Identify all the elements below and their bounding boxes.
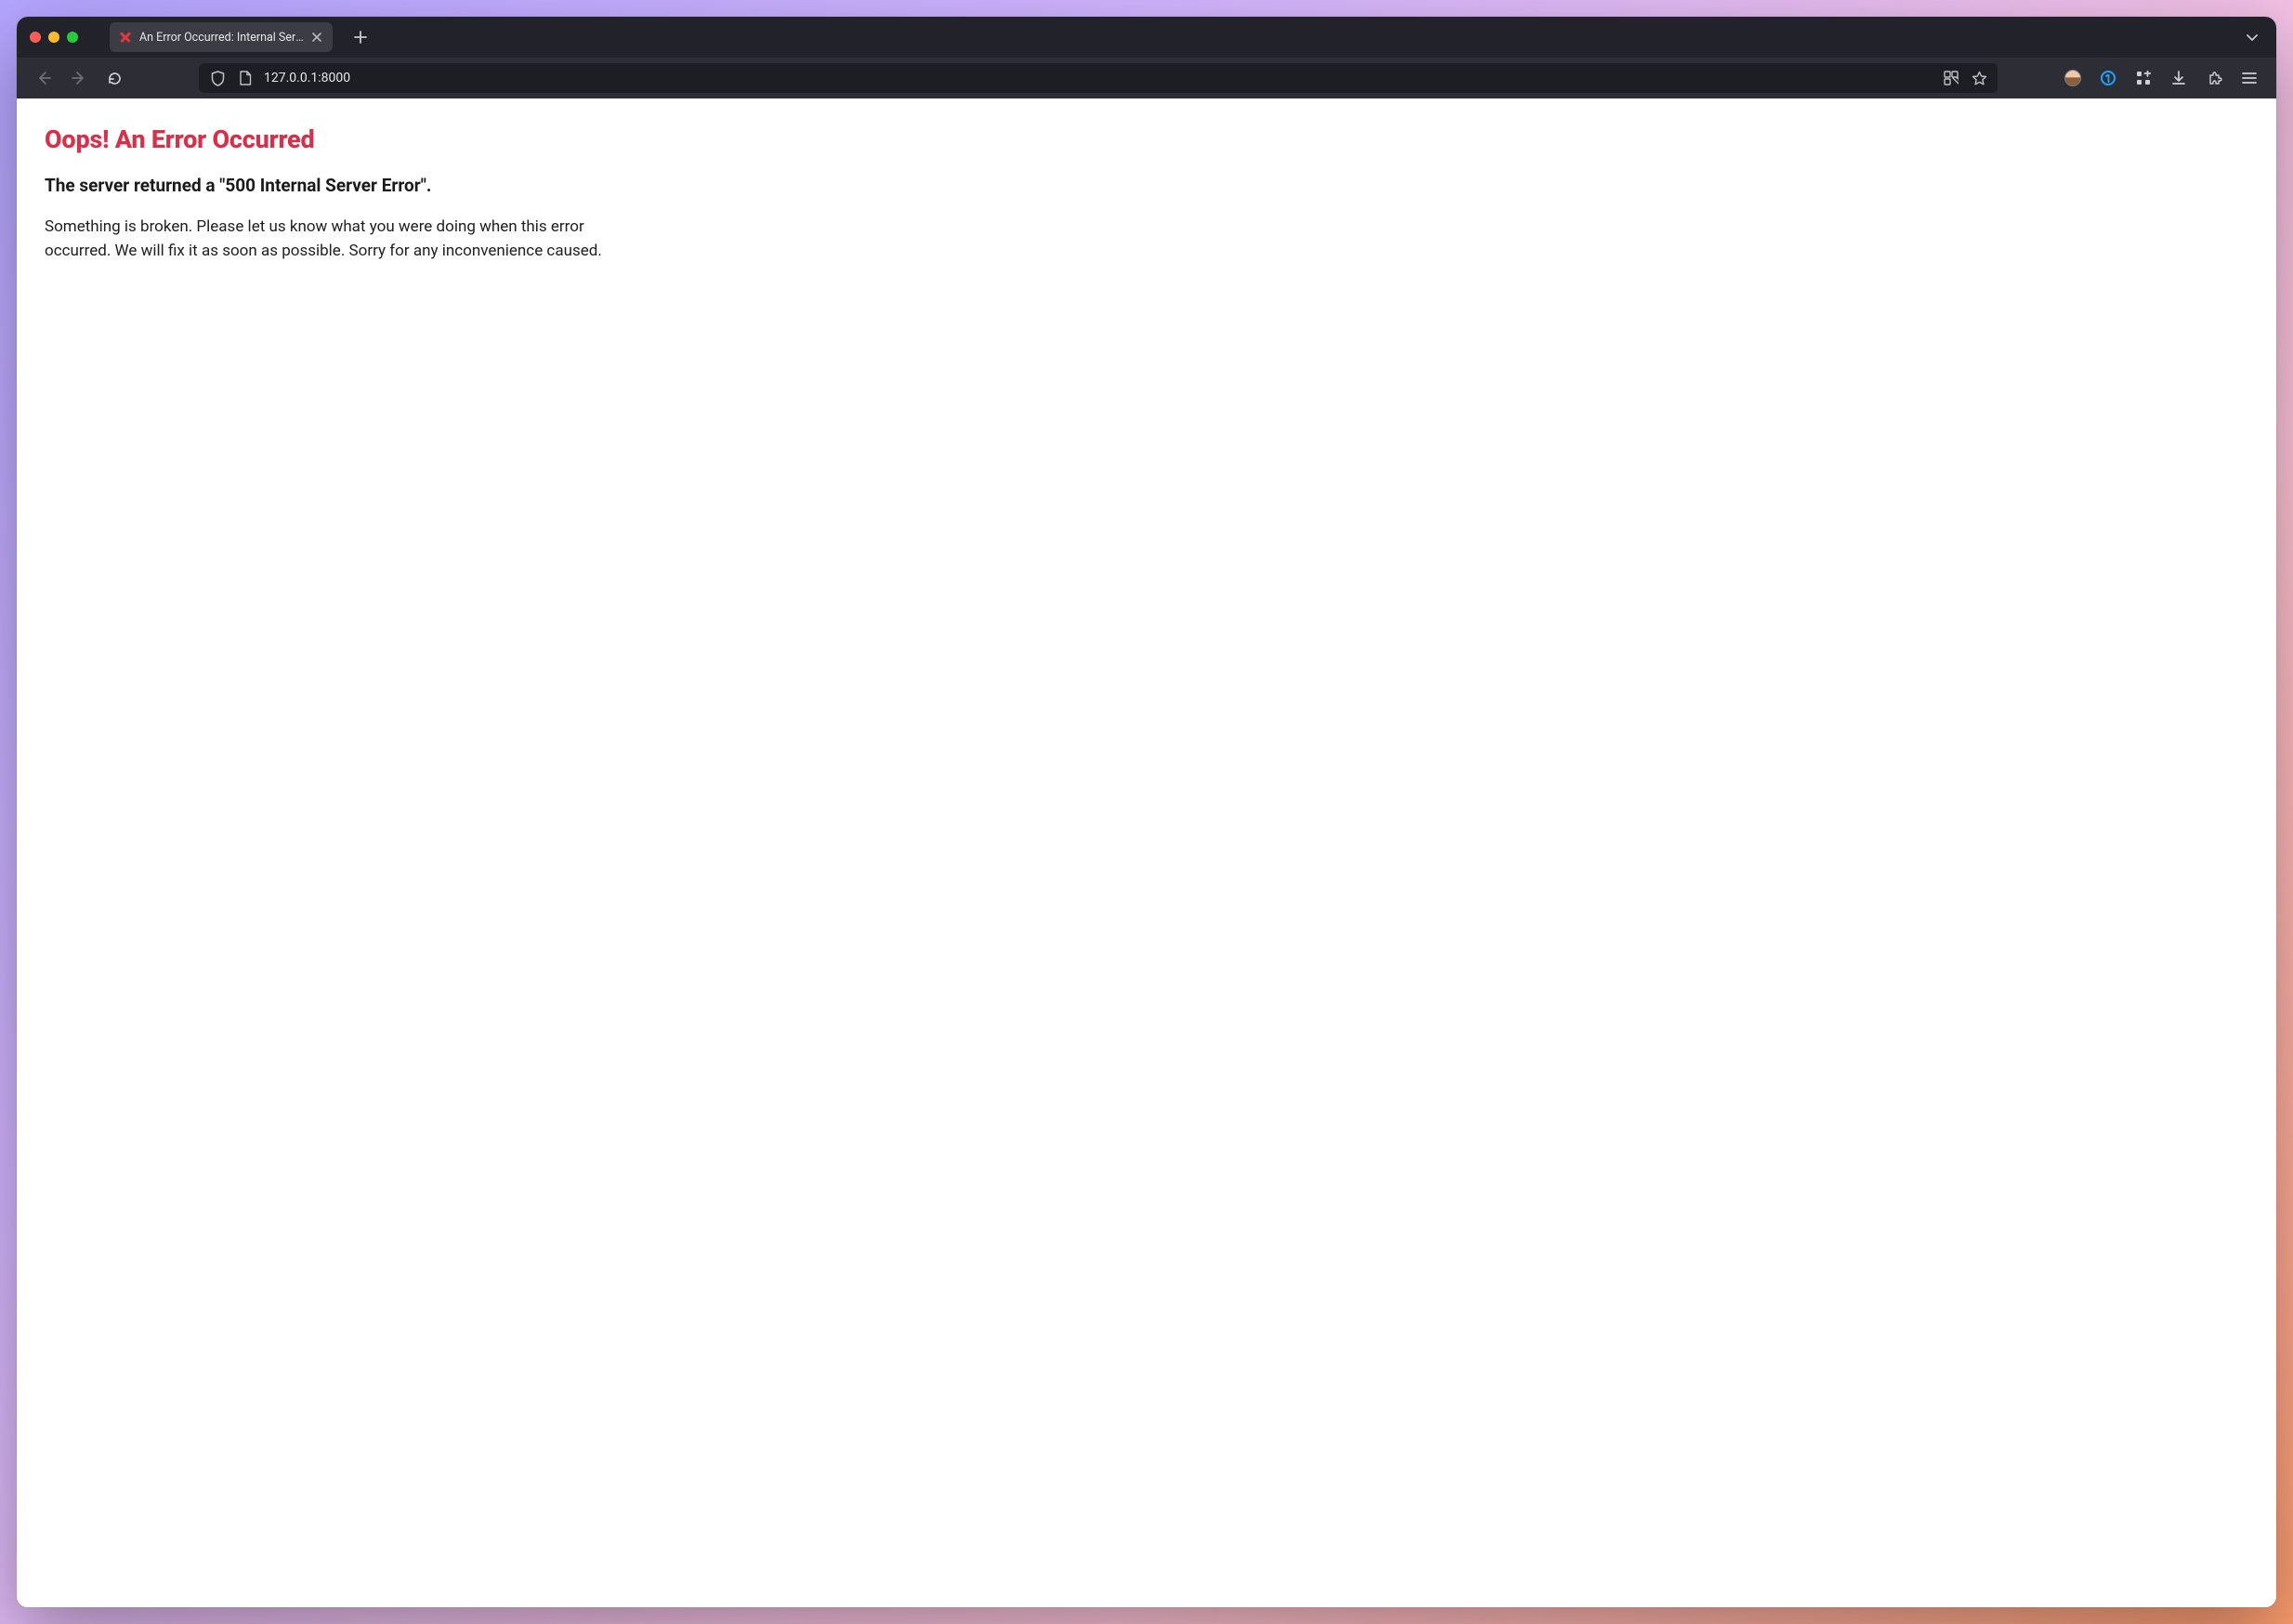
tab-close-button[interactable] [311,30,323,45]
error-body-text: Something is broken. Please let us know … [45,215,639,264]
star-icon[interactable] [1970,71,1988,86]
window-maximize-button[interactable] [67,32,78,43]
tab-bar: An Error Occurred: Internal Server Error [17,17,2276,58]
shield-icon[interactable] [208,71,227,86]
extensions-button[interactable] [2198,64,2230,92]
puzzle-icon [2207,71,2222,86]
page-icon[interactable] [236,71,255,85]
browser-tab[interactable]: An Error Occurred: Internal Server Error [110,22,333,52]
apps-button[interactable] [2128,64,2159,92]
toolbar-right-group [2057,64,2265,92]
address-bar[interactable] [199,63,1998,93]
new-tab-button[interactable] [347,24,373,50]
url-input[interactable] [264,71,1933,85]
forward-button[interactable] [63,64,95,92]
hamburger-icon [2242,72,2257,85]
profile-avatar-icon [2064,70,2081,86]
download-icon [2171,71,2186,85]
error-heading: Oops! An Error Occurred [45,124,2248,154]
tab-title: An Error Occurred: Internal Server Error [139,31,304,45]
arrow-left-icon [35,70,52,86]
profile-button[interactable] [2057,64,2089,92]
reload-button[interactable] [98,64,130,92]
error-x-icon [119,31,132,44]
window-minimize-button[interactable] [48,32,59,43]
arrow-right-icon [71,70,87,86]
window-controls [30,32,78,43]
reload-icon [107,71,123,86]
apps-grid-icon [2136,71,2151,85]
browser-window: An Error Occurred: Internal Server Error [17,17,2276,1607]
back-button[interactable] [28,64,59,92]
container-tabs-icon[interactable] [1942,71,1960,85]
tabs-overflow-button[interactable] [2239,24,2265,50]
onepassword-button[interactable] [2092,64,2124,92]
error-subheading: The server returned a "500 Internal Serv… [45,175,2248,196]
chevron-down-icon [2246,31,2259,44]
window-close-button[interactable] [30,32,41,43]
onepassword-icon [2101,71,2116,85]
page-content: Oops! An Error Occurred The server retur… [17,98,2276,1607]
app-menu-button[interactable] [2234,64,2265,92]
navigation-toolbar [17,58,2276,98]
downloads-button[interactable] [2163,64,2195,92]
